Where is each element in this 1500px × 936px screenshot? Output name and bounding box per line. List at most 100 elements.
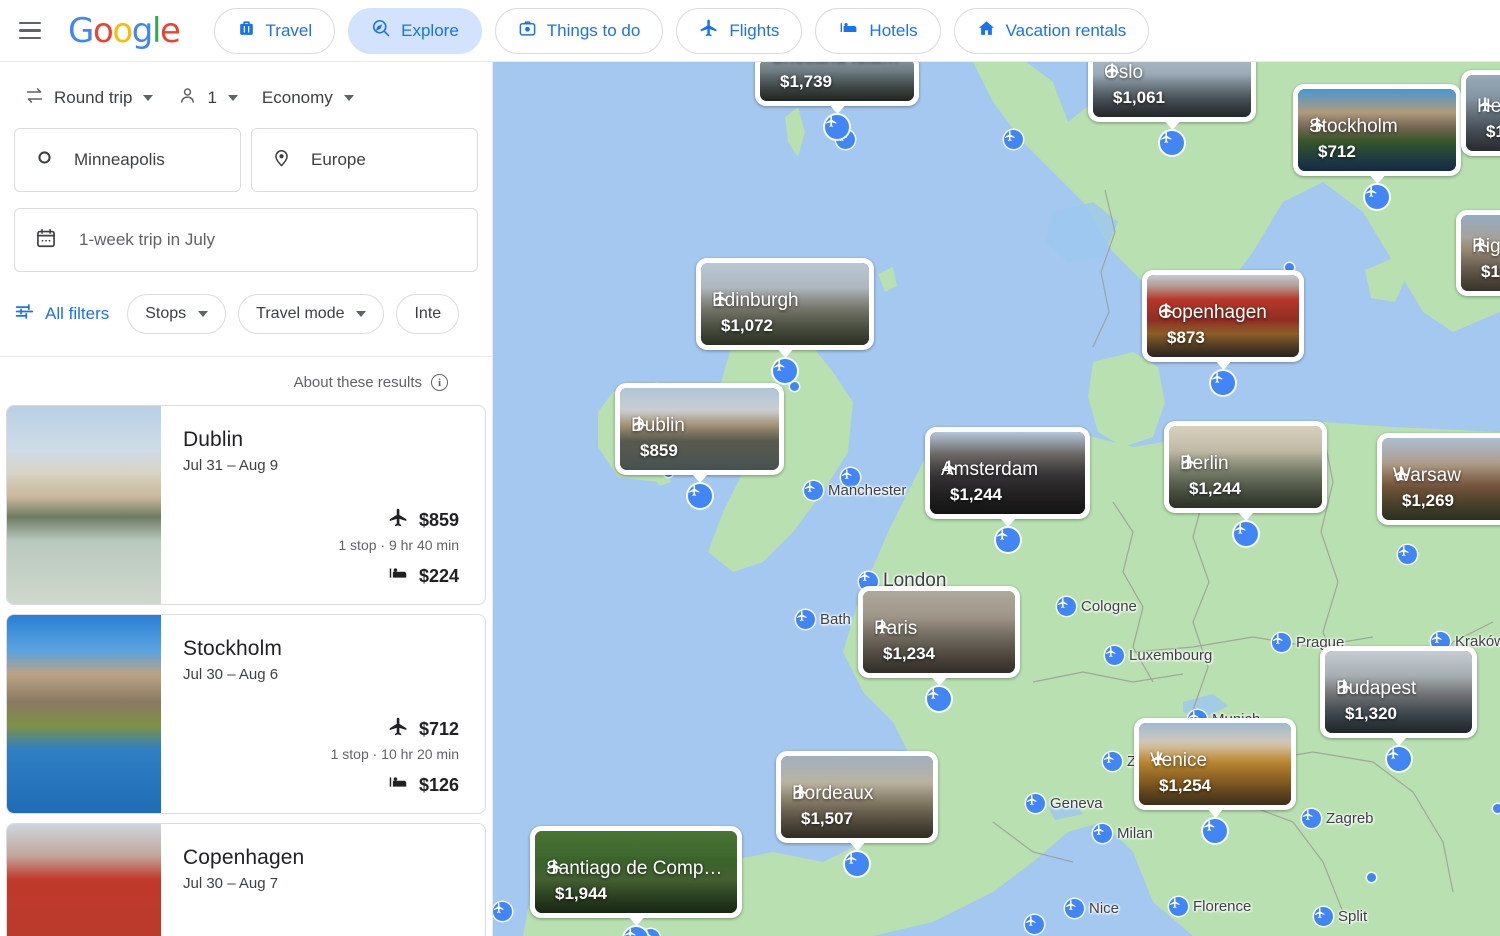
map-airport-pin[interactable] [1004,130,1023,149]
map-destination-card-warsaw[interactable]: Warsaw $1,269 [1377,433,1500,525]
destination-field[interactable]: Europe [251,128,478,192]
map-city-label-nice[interactable]: Nice [1065,899,1119,918]
result-dates: Jul 30 – Aug 7 [183,875,459,892]
map-destination-card-dublin[interactable]: Dublin $859 [615,383,784,475]
result-card-dublin[interactable]: Dublin Jul 31 – Aug 9 $859 1 stop · 9 hr… [6,405,486,605]
map-destination-card-paris[interactable]: Paris $1,234 [858,586,1020,678]
google-logo[interactable]: Google [68,14,180,48]
airport-plane-icon[interactable] [688,484,712,508]
map-destination-card-berlin[interactable]: Berlin $1,244 [1164,421,1327,513]
map-destination-card-edinburgh[interactable]: Edinburgh $1,072 [696,258,874,350]
map-dot-pin[interactable] [1493,804,1500,813]
map-card-price: $1, [1481,262,1500,282]
map-destination-card-helsinki[interactable]: Helsinki $1,1 [1461,70,1500,156]
nav-chip-vacation-rentals[interactable]: Vacation rentals [954,8,1150,54]
result-flight-price: $859 [419,510,459,531]
chevron-down-icon [228,95,238,101]
map-city-name: Florence [1193,898,1251,915]
airport-plane-icon[interactable] [845,852,869,876]
map-destination-card-bordeaux[interactable]: Bordeaux $1,507 [776,751,938,843]
origin-value: Minneapolis [74,150,165,170]
explore-map[interactable]: Manchester Bath London Cologne Luxembour… [493,62,1500,936]
info-icon[interactable]: i [431,374,448,391]
filter-chip-interests[interactable]: Inte [396,294,459,334]
map-city-label-manchester[interactable]: Manchester [804,481,906,500]
airport-plane-icon [1398,545,1417,564]
nav-chip-flights[interactable]: Flights [676,8,802,54]
map-city-label-split[interactable]: Split [1314,907,1367,926]
nav-chip-explore[interactable]: Explore [348,8,482,54]
result-card-copenhagen[interactable]: Copenhagen Jul 30 – Aug 7 $873 [6,823,486,936]
nav-chip-label: Explore [401,21,459,41]
airport-plane-icon[interactable] [825,115,849,139]
cabin-class-selector[interactable]: Economy [252,78,364,118]
map-city-name: Geneva [1050,795,1103,812]
airport-plane-icon [1169,897,1188,916]
map-city-label-cologne[interactable]: Cologne [1057,597,1137,616]
map-city-name: Luxembourg [1129,647,1212,664]
map-dot-pin[interactable] [790,382,799,391]
trip-type-selector[interactable]: Round trip [14,78,163,118]
airport-plane-icon[interactable] [1365,185,1389,209]
trip-type-label: Round trip [54,88,132,108]
map-airport-pin[interactable] [493,902,512,921]
map-destination-card-shetland-islands[interactable]: Shetland Islands $1,739 [755,62,919,106]
origin-field[interactable]: Minneapolis [14,128,241,192]
map-destination-card-oslo[interactable]: Oslo $1,061 [1088,62,1256,122]
airport-plane-icon[interactable] [996,528,1020,552]
map-city-label-milan[interactable]: Milan [1093,824,1153,843]
map-city-label-bath[interactable]: Bath [796,610,851,629]
main-menu-button[interactable] [6,7,54,55]
passengers-count: 1 [207,88,216,108]
result-card-stockholm[interactable]: Stockholm Jul 30 – Aug 6 $712 1 stop · 1… [6,614,486,814]
airport-plane-icon[interactable] [927,687,951,711]
filter-chip-stops[interactable]: Stops [127,294,226,334]
map-destination-card-venice[interactable]: Venice $1,254 [1134,718,1296,810]
airport-plane-icon[interactable] [1160,131,1184,155]
map-destination-card-riga[interactable]: Riga $1, [1456,210,1500,296]
map-airport-pin[interactable] [1398,545,1417,564]
dates-field[interactable]: 1-week trip in July [14,208,478,272]
map-card-city: Amsterdam [941,459,1077,482]
map-destination-card-stockholm[interactable]: Stockholm $712 [1293,84,1461,176]
map-card-price: $1,944 [555,884,607,904]
map-city-label-geneva[interactable]: Geneva [1026,794,1103,813]
map-destination-card-amsterdam[interactable]: Amsterdam $1,244 [925,427,1090,519]
airport-plane-icon[interactable] [1387,747,1411,771]
map-city-label-florence[interactable]: Florence [1169,897,1251,916]
filter-chip-label: Inte [414,305,441,323]
filter-chip-travel-mode[interactable]: Travel mode [238,294,384,334]
map-card-price: $1,244 [950,485,1002,505]
hotel-bed-icon [838,18,859,44]
nav-chip-travel[interactable]: Travel [214,8,336,54]
airport-plane-icon [1065,899,1084,918]
flight-icon [388,507,409,533]
map-airport-pin[interactable] [1025,915,1044,934]
map-card-price: $1,320 [1345,704,1397,724]
airport-plane-icon[interactable] [1203,819,1227,843]
map-card-price: $859 [640,441,678,461]
map-dot-pin[interactable] [1367,873,1376,882]
nav-chip-hotels[interactable]: Hotels [815,8,940,54]
all-filters-button[interactable]: All filters [14,301,115,327]
map-card-city: Edinburgh [712,290,861,313]
airport-plane-icon[interactable] [1211,371,1235,395]
swap-arrows-icon [24,85,45,111]
map-city-label-zagreb[interactable]: Zagreb [1302,809,1374,828]
nav-chip-label: Hotels [869,21,917,41]
tune-filters-icon [14,301,35,327]
luggage-icon [237,19,256,43]
map-card-city: Paris [874,618,1007,641]
airport-plane-icon[interactable] [773,359,797,383]
map-card-price: $1,739 [780,72,832,92]
primary-nav: Travel Explore Things to do Flights Hote… [214,8,1150,54]
nav-chip-things-to-do[interactable]: Things to do [495,8,664,54]
airport-plane-icon[interactable] [1234,522,1258,546]
map-city-label-luxembourg[interactable]: Luxembourg [1105,646,1212,665]
explore-search-icon [371,18,391,43]
map-destination-card-santiago-de-compostela[interactable]: Santiago de Compos… $1,944 [530,826,742,918]
map-destination-card-budapest[interactable]: Budapest $1,320 [1320,646,1477,738]
destination-results-list: Dublin Jul 31 – Aug 9 $859 1 stop · 9 hr… [0,405,492,936]
map-destination-card-copenhagen[interactable]: Copenhagen $873 [1142,270,1304,362]
passengers-selector[interactable]: 1 [167,78,247,118]
